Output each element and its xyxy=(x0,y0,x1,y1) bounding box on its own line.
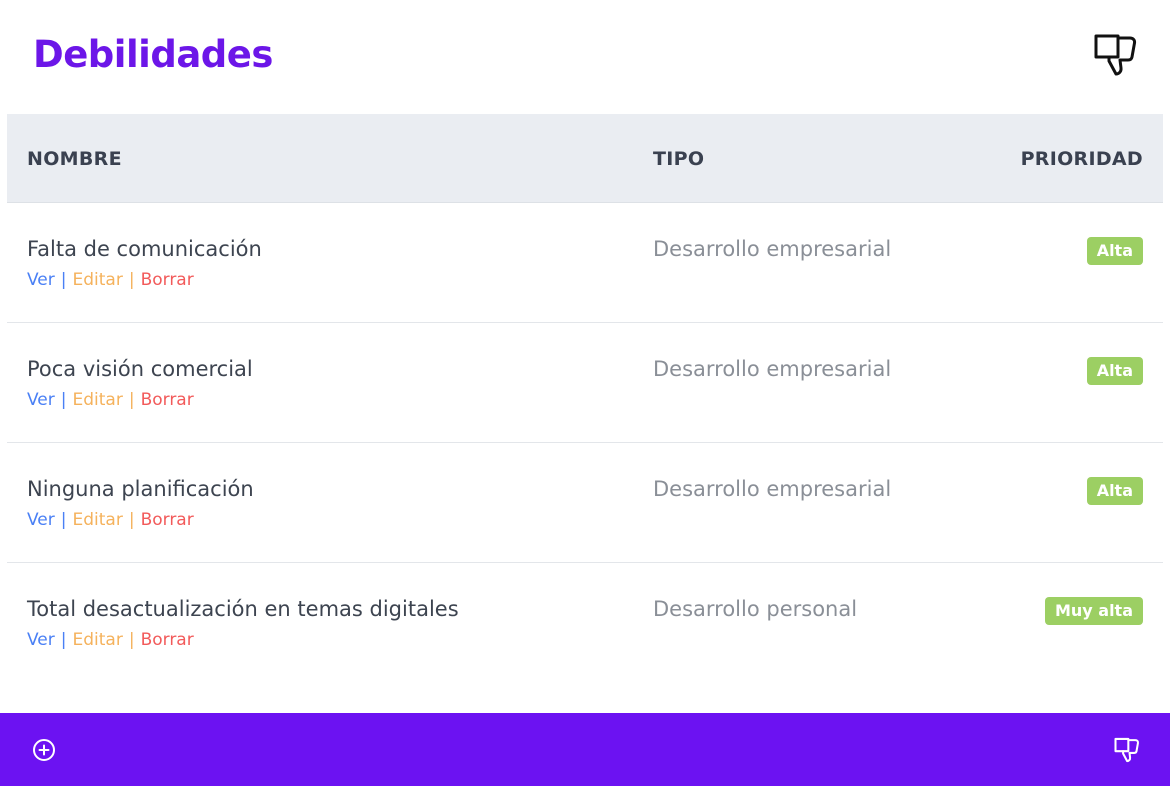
panel-footer xyxy=(0,713,1170,786)
separator: | xyxy=(128,270,135,290)
weakness-name: Total desactualización en temas digitale… xyxy=(27,597,459,621)
weaknesses-table: NOMBRE TIPO PRIORIDAD Falta de comunicac… xyxy=(7,114,1163,682)
edit-link[interactable]: Editar xyxy=(73,510,123,530)
page-title: Debilidades xyxy=(33,33,273,76)
table-row: Falta de comunicación Ver | Editar | Borrar … xyxy=(7,203,1163,323)
column-header-priority[interactable]: PRIORIDAD xyxy=(1021,148,1143,170)
weakness-name: Poca visión comercial xyxy=(27,357,253,381)
table-row: Poca visión comercial Ver | Editar | Borrar … xyxy=(7,323,1163,443)
delete-link[interactable]: Borrar xyxy=(141,390,194,410)
priority-badge: Alta xyxy=(1086,477,1143,505)
panel-header: Debilidades xyxy=(0,0,1170,114)
edit-link[interactable]: Editar xyxy=(73,270,123,290)
row-actions: Ver | Editar | Borrar xyxy=(27,390,194,410)
priority-badge: Muy alta xyxy=(1044,597,1143,625)
view-link[interactable]: Ver xyxy=(27,630,55,650)
delete-link[interactable]: Borrar xyxy=(141,630,194,650)
column-header-type[interactable]: TIPO xyxy=(653,148,704,170)
table-row: Total desactualización en temas digitale… xyxy=(7,563,1163,682)
separator: | xyxy=(128,390,135,410)
weakness-name: Ninguna planificación xyxy=(27,477,254,501)
view-link[interactable]: Ver xyxy=(27,390,55,410)
priority-badge: Alta xyxy=(1086,357,1143,385)
separator: | xyxy=(60,390,67,410)
thumbs-down-icon xyxy=(1112,736,1140,764)
table-header: NOMBRE TIPO PRIORIDAD xyxy=(7,114,1163,203)
column-header-name[interactable]: NOMBRE xyxy=(27,148,122,170)
weakness-type: Desarrollo empresarial xyxy=(653,237,892,261)
priority-badge: Alta xyxy=(1086,237,1143,265)
row-actions: Ver | Editar | Borrar xyxy=(27,270,194,290)
weakness-type: Desarrollo personal xyxy=(653,597,858,621)
edit-link[interactable]: Editar xyxy=(73,390,123,410)
row-actions: Ver | Editar | Borrar xyxy=(27,630,194,650)
view-link[interactable]: Ver xyxy=(27,510,55,530)
view-link[interactable]: Ver xyxy=(27,270,55,290)
weakness-type: Desarrollo empresarial xyxy=(653,357,892,381)
delete-link[interactable]: Borrar xyxy=(141,510,194,530)
weakness-name: Falta de comunicación xyxy=(27,237,262,261)
separator: | xyxy=(60,630,67,650)
weakness-type: Desarrollo empresarial xyxy=(653,477,892,501)
row-actions: Ver | Editar | Borrar xyxy=(27,510,194,530)
table-row: Ninguna planificación Ver | Editar | Borrar … xyxy=(7,443,1163,563)
plus-circle-icon[interactable] xyxy=(32,738,56,762)
separator: | xyxy=(60,270,67,290)
separator: | xyxy=(128,510,135,530)
separator: | xyxy=(128,630,135,650)
thumbs-down-icon xyxy=(1090,33,1138,77)
delete-link[interactable]: Borrar xyxy=(141,270,194,290)
separator: | xyxy=(60,510,67,530)
edit-link[interactable]: Editar xyxy=(73,630,123,650)
